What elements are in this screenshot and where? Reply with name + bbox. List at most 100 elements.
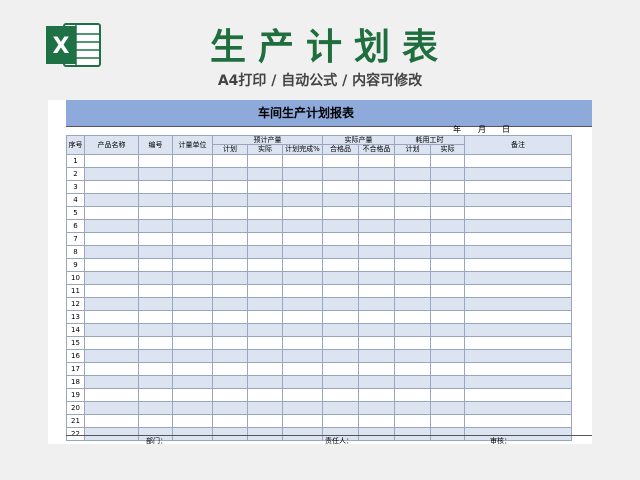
table-cell[interactable] — [212, 219, 248, 233]
table-cell[interactable] — [247, 193, 283, 207]
table-cell[interactable] — [84, 323, 139, 337]
table-cell[interactable] — [430, 154, 465, 168]
table-cell[interactable] — [464, 258, 572, 272]
table-cell[interactable] — [282, 414, 323, 428]
table-cell[interactable] — [247, 206, 283, 220]
table-cell[interactable] — [358, 388, 395, 402]
table-cell[interactable] — [394, 271, 431, 285]
table-cell[interactable] — [212, 414, 248, 428]
table-cell[interactable] — [464, 167, 572, 181]
table-cell[interactable] — [247, 336, 283, 350]
table-cell[interactable] — [84, 219, 139, 233]
table-cell[interactable] — [464, 336, 572, 350]
table-cell[interactable] — [282, 232, 323, 246]
table-cell[interactable] — [138, 310, 173, 324]
table-cell[interactable] — [394, 375, 431, 389]
table-cell[interactable] — [172, 219, 213, 233]
table-cell[interactable] — [84, 388, 139, 402]
table-cell[interactable] — [172, 388, 213, 402]
table-cell[interactable] — [84, 297, 139, 311]
table-cell[interactable] — [358, 245, 395, 259]
table-cell[interactable] — [358, 362, 395, 376]
table-cell[interactable] — [358, 193, 395, 207]
table-cell[interactable] — [84, 271, 139, 285]
table-cell[interactable] — [322, 193, 359, 207]
table-cell[interactable] — [394, 219, 431, 233]
table-cell[interactable] — [358, 180, 395, 194]
table-cell[interactable] — [172, 245, 213, 259]
table-cell[interactable] — [172, 297, 213, 311]
table-cell[interactable] — [430, 193, 465, 207]
table-cell[interactable] — [282, 154, 323, 168]
table-cell[interactable] — [322, 349, 359, 363]
table-cell[interactable] — [282, 336, 323, 350]
table-cell[interactable] — [282, 284, 323, 298]
table-cell[interactable] — [247, 375, 283, 389]
table-cell[interactable] — [464, 310, 572, 324]
table-cell[interactable] — [247, 362, 283, 376]
table-cell[interactable] — [84, 167, 139, 181]
table-cell[interactable] — [247, 154, 283, 168]
table-cell[interactable] — [172, 271, 213, 285]
table-cell[interactable] — [394, 180, 431, 194]
table-cell[interactable] — [247, 232, 283, 246]
table-cell[interactable] — [358, 401, 395, 415]
table-cell[interactable] — [282, 375, 323, 389]
table-cell[interactable] — [430, 323, 465, 337]
table-cell[interactable] — [172, 284, 213, 298]
table-cell[interactable] — [138, 193, 173, 207]
table-cell[interactable] — [430, 401, 465, 415]
table-cell[interactable] — [430, 388, 465, 402]
table-cell[interactable] — [322, 297, 359, 311]
table-cell[interactable] — [464, 401, 572, 415]
table-cell[interactable] — [464, 414, 572, 428]
table-cell[interactable] — [282, 310, 323, 324]
table-cell[interactable] — [322, 167, 359, 181]
table-cell[interactable] — [172, 167, 213, 181]
table-cell[interactable] — [322, 375, 359, 389]
table-cell[interactable] — [138, 154, 173, 168]
table-cell[interactable] — [172, 180, 213, 194]
table-cell[interactable] — [322, 323, 359, 337]
table-cell[interactable] — [172, 414, 213, 428]
table-cell[interactable] — [394, 362, 431, 376]
table-cell[interactable] — [172, 336, 213, 350]
table-cell[interactable] — [464, 297, 572, 311]
table-cell[interactable] — [464, 193, 572, 207]
table-cell[interactable] — [282, 258, 323, 272]
table-cell[interactable] — [358, 219, 395, 233]
table-cell[interactable] — [358, 154, 395, 168]
table-cell[interactable] — [84, 336, 139, 350]
table-cell[interactable] — [322, 336, 359, 350]
table-cell[interactable] — [464, 375, 572, 389]
table-cell[interactable] — [358, 375, 395, 389]
table-cell[interactable] — [84, 206, 139, 220]
table-cell[interactable] — [464, 362, 572, 376]
table-cell[interactable] — [282, 297, 323, 311]
table-cell[interactable] — [212, 167, 248, 181]
table-cell[interactable] — [394, 206, 431, 220]
table-cell[interactable] — [394, 414, 431, 428]
table-cell[interactable] — [138, 284, 173, 298]
table-cell[interactable] — [84, 401, 139, 415]
table-cell[interactable] — [84, 362, 139, 376]
table-cell[interactable] — [247, 297, 283, 311]
table-cell[interactable] — [172, 401, 213, 415]
table-cell[interactable] — [358, 271, 395, 285]
table-cell[interactable] — [84, 154, 139, 168]
table-cell[interactable] — [430, 310, 465, 324]
table-cell[interactable] — [464, 180, 572, 194]
table-cell[interactable] — [172, 232, 213, 246]
table-cell[interactable] — [138, 245, 173, 259]
table-cell[interactable] — [172, 193, 213, 207]
table-cell[interactable] — [282, 245, 323, 259]
table-cell[interactable] — [282, 193, 323, 207]
table-cell[interactable] — [172, 258, 213, 272]
table-cell[interactable] — [282, 349, 323, 363]
table-cell[interactable] — [464, 232, 572, 246]
table-cell[interactable] — [84, 232, 139, 246]
table-cell[interactable] — [212, 180, 248, 194]
table-cell[interactable] — [282, 401, 323, 415]
table-cell[interactable] — [212, 193, 248, 207]
table-cell[interactable] — [430, 167, 465, 181]
